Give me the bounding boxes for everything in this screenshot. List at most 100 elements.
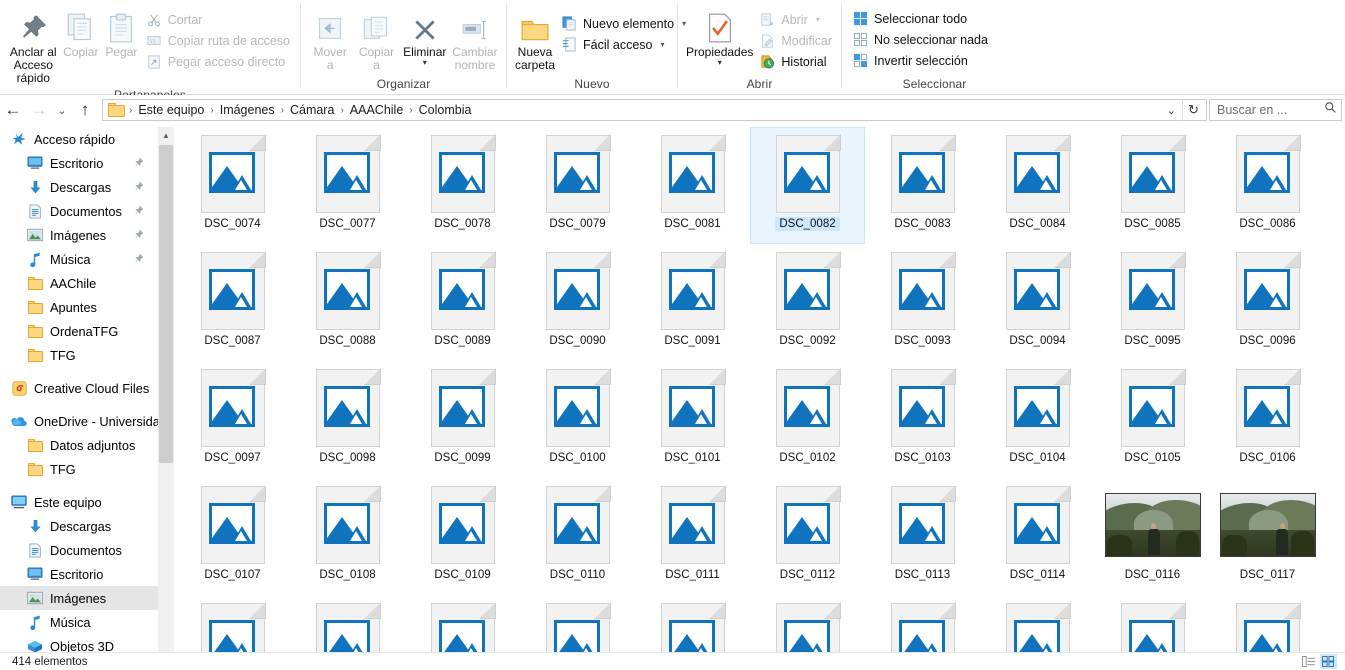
file-item-dsc_0095[interactable]: DSC_0095 bbox=[1095, 244, 1210, 361]
sidebar-item-ordenatfg[interactable]: OrdenaTFG bbox=[0, 319, 158, 343]
chevron-up-icon[interactable]: ▲ bbox=[158, 127, 174, 144]
move-to-button[interactable]: Mover a bbox=[307, 6, 353, 75]
large-icons-view-button[interactable] bbox=[1320, 654, 1337, 669]
file-item-dsc_0078[interactable]: DSC_0078 bbox=[405, 127, 520, 244]
file-item[interactable] bbox=[1095, 595, 1210, 656]
file-item-dsc_0101[interactable]: DSC_0101 bbox=[635, 361, 750, 478]
file-item-dsc_0096[interactable]: DSC_0096 bbox=[1210, 244, 1325, 361]
sidebar-scrollbar[interactable]: ▲ ▼ bbox=[158, 127, 174, 670]
sidebar-item-m-sica[interactable]: Música bbox=[0, 610, 158, 634]
pin-icon[interactable] bbox=[133, 228, 144, 243]
delete-dropdown-caret[interactable]: ▾ bbox=[423, 59, 427, 67]
sidebar-item-tfg[interactable]: TFG bbox=[0, 343, 158, 367]
file-item-dsc_0079[interactable]: DSC_0079 bbox=[520, 127, 635, 244]
cut-button[interactable]: Cortar bbox=[142, 9, 294, 30]
edit-button[interactable]: Modificar bbox=[755, 30, 836, 51]
navigation-pane[interactable]: Acceso rápido Escritorio Descargas Document… bbox=[0, 127, 158, 656]
new-folder-button[interactable]: Nueva carpeta bbox=[513, 6, 557, 75]
pin-icon[interactable] bbox=[133, 156, 144, 171]
sidebar-item-escritorio[interactable]: Escritorio bbox=[0, 562, 158, 586]
paste-shortcut-button[interactable]: Pegar acceso directo bbox=[142, 51, 294, 72]
file-item-dsc_0117[interactable]: DSC_0117 bbox=[1210, 478, 1325, 595]
file-item-dsc_0085[interactable]: DSC_0085 bbox=[1095, 127, 1210, 244]
sidebar-scrollbar-thumb[interactable] bbox=[159, 145, 173, 463]
file-item-dsc_0116[interactable]: DSC_0116 bbox=[1095, 478, 1210, 595]
file-item-dsc_0110[interactable]: DSC_0110 bbox=[520, 478, 635, 595]
file-item-dsc_0086[interactable]: DSC_0086 bbox=[1210, 127, 1325, 244]
sidebar-item-escritorio[interactable]: Escritorio bbox=[0, 151, 158, 175]
pin-icon[interactable] bbox=[133, 252, 144, 267]
file-item-dsc_0109[interactable]: DSC_0109 bbox=[405, 478, 520, 595]
file-item-dsc_0107[interactable]: DSC_0107 bbox=[175, 478, 290, 595]
sidebar-item-tfg[interactable]: TFG bbox=[0, 457, 158, 481]
file-item-dsc_0105[interactable]: DSC_0105 bbox=[1095, 361, 1210, 478]
recent-locations-button[interactable]: ⌄ bbox=[52, 98, 72, 122]
file-item-dsc_0102[interactable]: DSC_0102 bbox=[750, 361, 865, 478]
sidebar-item-m-sica[interactable]: Música bbox=[0, 247, 158, 271]
file-item[interactable] bbox=[175, 595, 290, 656]
search-input[interactable]: Buscar en ... bbox=[1209, 99, 1342, 121]
file-item[interactable] bbox=[865, 595, 980, 656]
file-item-dsc_0077[interactable]: DSC_0077 bbox=[290, 127, 405, 244]
file-item[interactable] bbox=[520, 595, 635, 656]
open-button[interactable]: Abrir ▾ bbox=[755, 9, 836, 30]
rename-button[interactable]: Cambiar nombre bbox=[450, 6, 500, 75]
file-item[interactable] bbox=[1210, 595, 1325, 656]
up-button[interactable]: ↑ bbox=[72, 98, 98, 122]
file-item-dsc_0083[interactable]: DSC_0083 bbox=[865, 127, 980, 244]
pin-to-quick-access-button[interactable]: Anclar al Acceso rápido bbox=[6, 6, 60, 88]
copy-path-button[interactable]: \\ Copiar ruta de acceso bbox=[142, 30, 294, 51]
sidebar-item-descargas[interactable]: Descargas bbox=[0, 514, 158, 538]
sidebar-item-im-genes[interactable]: Imágenes bbox=[0, 223, 158, 247]
breadcrumb-item-colombia[interactable]: Colombia bbox=[414, 103, 477, 117]
file-item-dsc_0074[interactable]: DSC_0074 bbox=[175, 127, 290, 244]
file-item-dsc_0082[interactable]: DSC_0082 bbox=[750, 127, 865, 244]
refresh-button[interactable]: ↻ bbox=[1182, 99, 1204, 121]
easy-access-dropdown-caret[interactable]: ▾ bbox=[661, 40, 665, 49]
file-item-dsc_0091[interactable]: DSC_0091 bbox=[635, 244, 750, 361]
select-none-button[interactable]: No seleccionar nada bbox=[848, 29, 992, 50]
file-item-dsc_0093[interactable]: DSC_0093 bbox=[865, 244, 980, 361]
easy-access-button[interactable]: Fácil acceso ▾ bbox=[557, 34, 690, 55]
file-list-view[interactable]: DSC_0074 DSC_0077 DSC_0078 DSC_0079 DSC_0081… bbox=[175, 127, 1345, 656]
file-item-dsc_0087[interactable]: DSC_0087 bbox=[175, 244, 290, 361]
file-item-dsc_0081[interactable]: DSC_0081 bbox=[635, 127, 750, 244]
file-item-dsc_0103[interactable]: DSC_0103 bbox=[865, 361, 980, 478]
file-item[interactable] bbox=[635, 595, 750, 656]
file-item-dsc_0089[interactable]: DSC_0089 bbox=[405, 244, 520, 361]
file-item-dsc_0092[interactable]: DSC_0092 bbox=[750, 244, 865, 361]
breadcrumb-item-camara[interactable]: Cámara bbox=[285, 103, 339, 117]
file-item-dsc_0097[interactable]: DSC_0097 bbox=[175, 361, 290, 478]
sidebar-item-aachile[interactable]: AAChile bbox=[0, 271, 158, 295]
sidebar-item-acceso-r-pido[interactable]: Acceso rápido bbox=[0, 127, 158, 151]
copy-to-button[interactable]: Copiar a bbox=[353, 6, 399, 75]
properties-dropdown-caret[interactable]: ▾ bbox=[718, 59, 722, 67]
breadcrumb-item-aaachile[interactable]: AAAChile bbox=[345, 103, 409, 117]
sidebar-item-documentos[interactable]: Documentos bbox=[0, 538, 158, 562]
file-item[interactable] bbox=[405, 595, 520, 656]
history-button[interactable]: Historial bbox=[755, 51, 836, 72]
invert-selection-button[interactable]: Invertir selección bbox=[848, 50, 992, 71]
file-item[interactable] bbox=[980, 595, 1095, 656]
forward-button[interactable]: → bbox=[26, 98, 52, 122]
file-item-dsc_0104[interactable]: DSC_0104 bbox=[980, 361, 1095, 478]
file-item-dsc_0112[interactable]: DSC_0112 bbox=[750, 478, 865, 595]
open-dropdown-caret[interactable]: ▾ bbox=[816, 15, 820, 24]
breadcrumb[interactable]: › Este equipo › Imágenes › Cámara › AAAC… bbox=[102, 99, 1207, 121]
file-item-dsc_0114[interactable]: DSC_0114 bbox=[980, 478, 1095, 595]
sidebar-item-documentos[interactable]: Documentos bbox=[0, 199, 158, 223]
pin-icon[interactable] bbox=[133, 204, 144, 219]
file-item-dsc_0098[interactable]: DSC_0098 bbox=[290, 361, 405, 478]
paste-button[interactable]: Pegar bbox=[101, 6, 142, 62]
breadcrumb-item-este-equipo[interactable]: Este equipo bbox=[133, 103, 209, 117]
file-item-dsc_0100[interactable]: DSC_0100 bbox=[520, 361, 635, 478]
file-item-dsc_0106[interactable]: DSC_0106 bbox=[1210, 361, 1325, 478]
file-item-dsc_0088[interactable]: DSC_0088 bbox=[290, 244, 405, 361]
sidebar-item-datos-adjuntos[interactable]: Datos adjuntos bbox=[0, 433, 158, 457]
file-item[interactable] bbox=[750, 595, 865, 656]
file-item-dsc_0090[interactable]: DSC_0090 bbox=[520, 244, 635, 361]
properties-button[interactable]: Propiedades ▾ bbox=[684, 6, 755, 69]
file-item[interactable] bbox=[290, 595, 405, 656]
back-button[interactable]: ← bbox=[0, 98, 26, 122]
file-item-dsc_0099[interactable]: DSC_0099 bbox=[405, 361, 520, 478]
